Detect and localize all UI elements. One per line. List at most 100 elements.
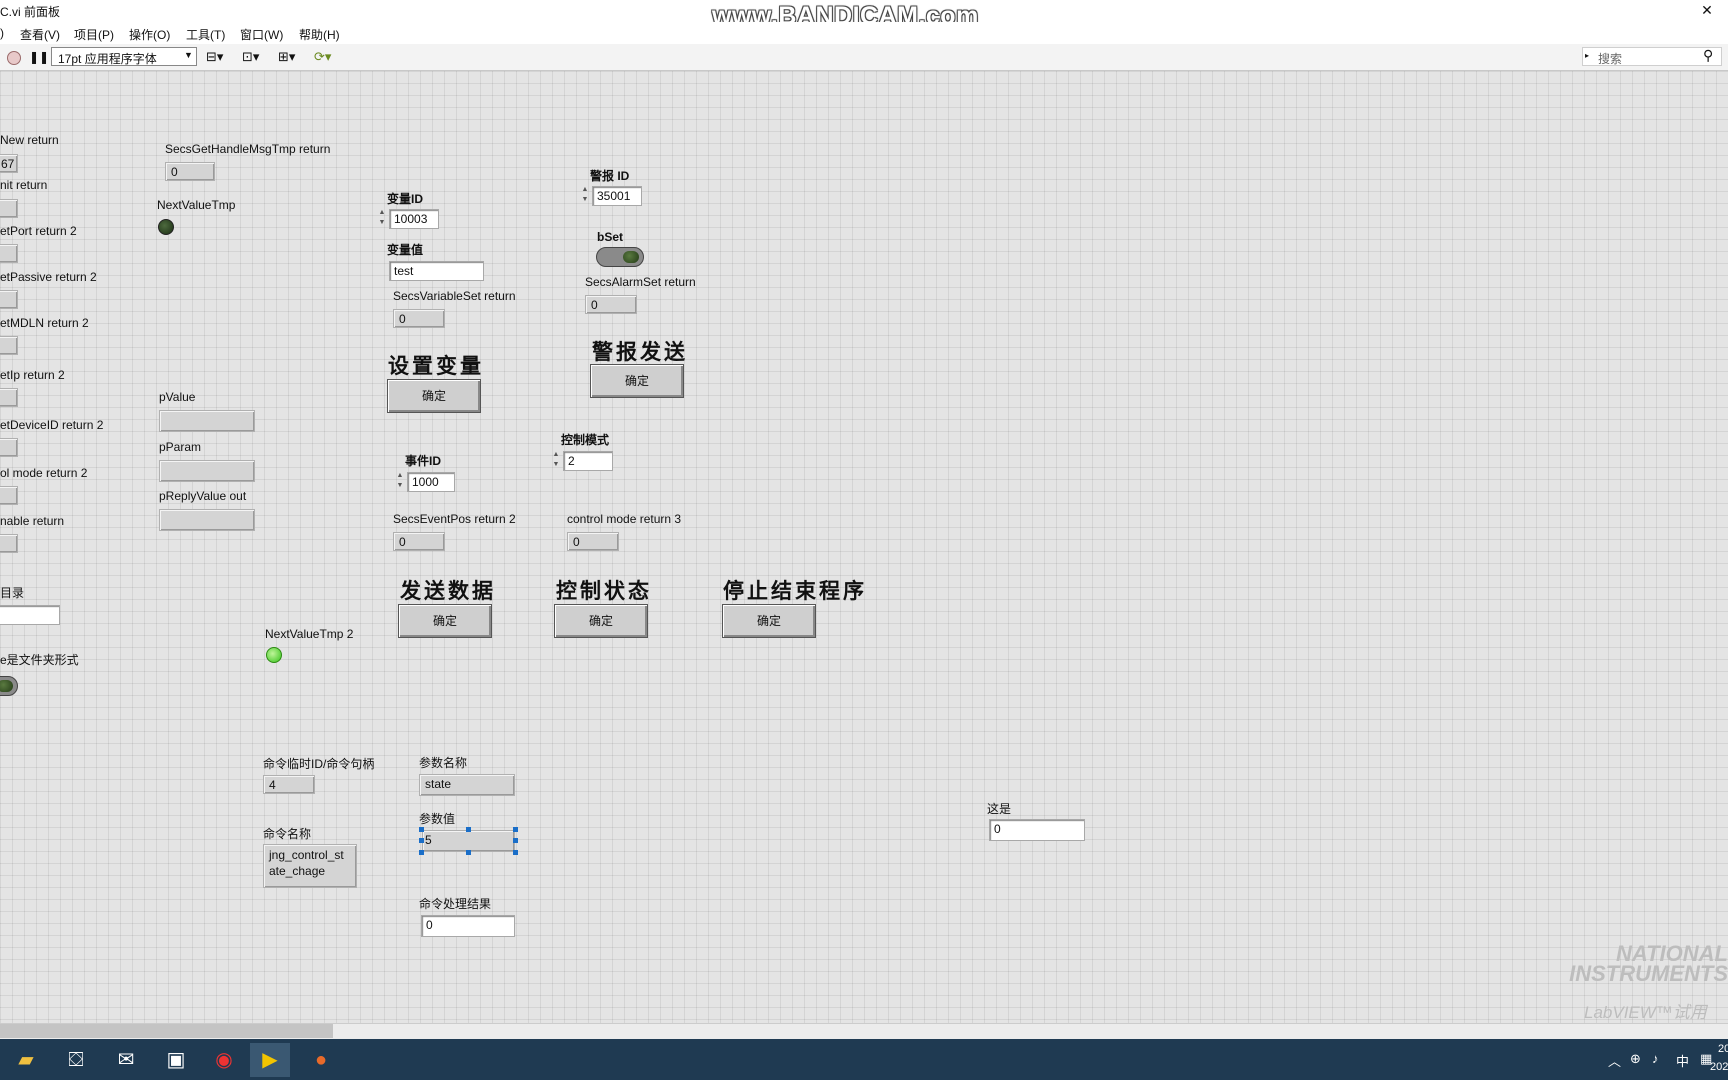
selection-handle[interactable] xyxy=(466,827,471,832)
control-mode-input[interactable]: 2 xyxy=(563,451,613,471)
stop-program-button[interactable]: 确定 xyxy=(722,604,816,638)
directory-input[interactable] xyxy=(0,605,60,625)
next-value-led xyxy=(158,219,174,235)
selection-handle[interactable] xyxy=(513,827,518,832)
mail-icon[interactable]: ✉ xyxy=(106,1043,146,1077)
alarm-id-input[interactable]: 35001 xyxy=(592,186,642,206)
command-name-label: 命令名称 xyxy=(263,827,312,841)
front-panel xyxy=(0,71,1728,1023)
alarm-id-spinner[interactable]: ▲ ▼ xyxy=(580,185,590,207)
control-mode-label: 控制模式 xyxy=(561,433,610,447)
variable-id-spinner[interactable]: ▲ ▼ xyxy=(377,208,387,230)
distribute-objects-icon[interactable]: ⊡▾ xyxy=(242,49,259,65)
next-value-2-label: NextValueTmp 2 xyxy=(265,627,354,641)
zheshi-label: 这是 xyxy=(987,802,1012,816)
tray-chevron-icon[interactable]: ︿ xyxy=(1608,1051,1621,1070)
network-icon[interactable]: ⊕ xyxy=(1630,1051,1641,1067)
selection-handle[interactable] xyxy=(419,850,424,855)
command-name-line-1: jng_control_st xyxy=(269,848,344,862)
variable-value-label: 变量值 xyxy=(387,243,424,257)
pause-icon[interactable]: ❚❚ xyxy=(29,50,49,64)
clock-date[interactable]: 202 xyxy=(1710,1061,1728,1073)
event-id-label: 事件ID xyxy=(405,454,442,468)
menu-window[interactable]: 窗口(W) xyxy=(240,26,283,43)
alarm-set-return-label: SecsAlarmSet return xyxy=(585,275,696,289)
variable-id-label: 变量ID xyxy=(387,192,424,206)
next-value-label: NextValueTmp xyxy=(157,198,236,212)
search-arrow-icon: ▸ xyxy=(1585,51,1590,60)
setdeviceid-return-label: etDeviceID return 2 xyxy=(0,418,104,432)
control-mode-spinner[interactable]: ▲ ▼ xyxy=(551,450,561,472)
selection-handle[interactable] xyxy=(466,850,471,855)
resize-objects-icon[interactable]: ⊞▾ xyxy=(278,49,295,65)
zheshi-input[interactable]: 0 xyxy=(989,819,1085,841)
chevron-down-icon: ▼ xyxy=(184,50,193,60)
pparam-indicator xyxy=(159,460,255,482)
next-value-2-led xyxy=(266,647,282,663)
menu-view[interactable]: 查看(V) xyxy=(20,26,60,43)
labview-icon[interactable]: ▶ xyxy=(250,1043,290,1077)
window-title: C.vi 前面板 xyxy=(0,5,61,19)
selection-handle[interactable] xyxy=(513,838,518,843)
bset-toggle[interactable] xyxy=(596,247,644,267)
selection-handle[interactable] xyxy=(419,827,424,832)
search-placeholder: 搜索 xyxy=(1598,52,1623,66)
alarm-id-label: 警报 ID xyxy=(590,169,630,183)
setmdln-return-indicator xyxy=(0,336,18,355)
setmdln-return-label: etMDLN return 2 xyxy=(0,316,89,330)
command-name-indicator: jng_control_st ate_chage xyxy=(263,844,357,888)
event-pos-return-indicator: 0 xyxy=(393,532,445,551)
setip-return-indicator xyxy=(0,388,18,407)
font-select-value: 17pt 应用程序字体 xyxy=(58,52,157,66)
store-icon[interactable]: ⛋ xyxy=(56,1043,96,1077)
send-data-button[interactable]: 确定 xyxy=(398,604,492,638)
image-viewer-icon[interactable]: ▣ xyxy=(156,1043,196,1077)
control-state-button[interactable]: 确定 xyxy=(554,604,648,638)
variable-value-input[interactable]: test xyxy=(389,261,484,281)
volume-icon[interactable]: ♪ xyxy=(1652,1051,1659,1066)
command-result-label: 命令处理结果 xyxy=(419,897,492,911)
app-icon[interactable]: ● xyxy=(301,1043,341,1077)
clock-time[interactable]: 20 xyxy=(1718,1043,1728,1055)
variable-id-input[interactable]: 10003 xyxy=(389,209,439,229)
menu-tools[interactable]: 工具(T) xyxy=(186,26,225,43)
abort-icon[interactable] xyxy=(7,51,21,65)
command-result-input[interactable]: 0 xyxy=(421,915,515,937)
handle-msg-return-label: SecsGetHandleMsgTmp return xyxy=(165,142,331,156)
directory-label: 目录 xyxy=(0,586,25,600)
align-objects-icon[interactable]: ⊟▾ xyxy=(206,49,223,65)
search-icon[interactable]: ⚲ xyxy=(1703,47,1713,64)
control-mode-return-label: ol mode return 2 xyxy=(0,466,88,480)
selection-handle[interactable] xyxy=(419,838,424,843)
event-id-input[interactable]: 1000 xyxy=(407,472,455,492)
param-name-label: 参数名称 xyxy=(419,756,468,770)
command-name-line-2: ate_chage xyxy=(269,864,326,878)
scrollbar-thumb[interactable] xyxy=(0,1024,333,1038)
setport-return-label: etPort return 2 xyxy=(0,224,77,238)
new-return-indicator: 67 xyxy=(0,154,18,173)
selection-handle[interactable] xyxy=(513,850,518,855)
command-id-indicator: 4 xyxy=(263,775,315,794)
send-data-title: 发送数据 xyxy=(400,578,496,603)
file-explorer-icon[interactable]: ▰ xyxy=(6,1043,46,1077)
alarm-set-return-indicator: 0 xyxy=(585,295,637,314)
menu-item-partial[interactable]: ) xyxy=(0,26,4,40)
setip-return-label: etIp return 2 xyxy=(0,368,65,382)
param-value-label: 参数值 xyxy=(419,812,456,826)
ime-indicator[interactable]: 中 xyxy=(1676,1051,1689,1070)
menu-help[interactable]: 帮助(H) xyxy=(299,26,340,43)
menu-project[interactable]: 项目(P) xyxy=(74,26,114,43)
menu-operate[interactable]: 操作(O) xyxy=(129,26,170,43)
reorder-icon[interactable]: ⟳▾ xyxy=(314,49,331,65)
init-return-indicator xyxy=(0,199,18,218)
setdeviceid-return-indicator xyxy=(0,438,18,457)
bandicam-icon[interactable]: ◉ xyxy=(204,1043,244,1077)
close-button[interactable]: ✕ xyxy=(1686,0,1728,22)
folder-mode-label: e是文件夹形式 xyxy=(0,653,79,667)
event-id-spinner[interactable]: ▲ ▼ xyxy=(395,471,405,493)
param-value-indicator[interactable]: 5 xyxy=(422,830,515,852)
alarm-send-button[interactable]: 确定 xyxy=(590,364,684,398)
pvalue-label: pValue xyxy=(159,390,196,404)
set-variable-button[interactable]: 确定 xyxy=(387,379,481,413)
alarm-send-title: 警报发送 xyxy=(592,339,688,364)
